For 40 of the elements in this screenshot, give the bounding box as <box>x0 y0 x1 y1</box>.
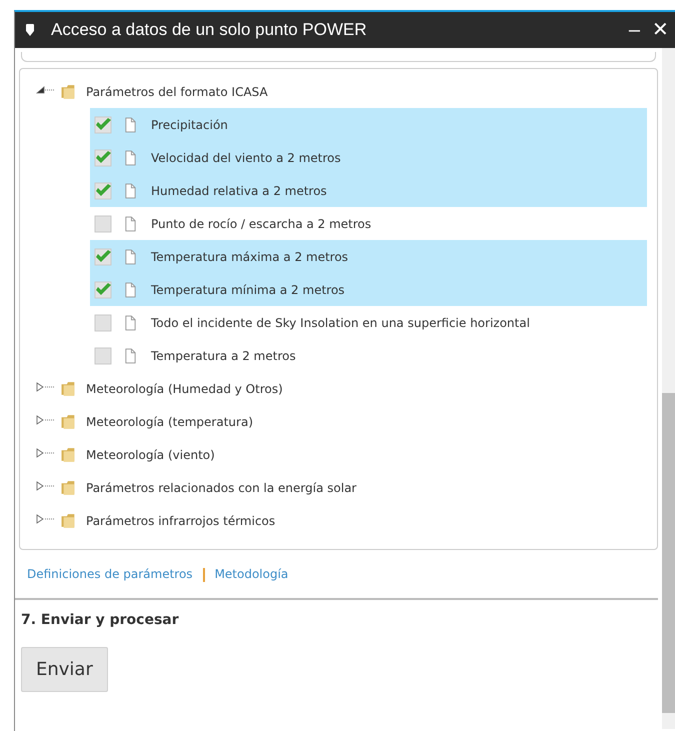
tree-item[interactable]: Parámetros del formato ICASA <box>86 82 268 100</box>
submit-button[interactable]: Enviar <box>21 647 108 692</box>
tree-item[interactable]: Parámetros relacionados con la energía solar <box>86 478 356 496</box>
checkbox[interactable] <box>94 314 112 332</box>
checkbox[interactable] <box>94 148 112 166</box>
link-separator <box>202 565 205 583</box>
tree-item[interactable]: Temperatura mínima a 2 metros <box>90 273 647 306</box>
minimize-button[interactable]: – <box>622 20 646 40</box>
document-icon <box>124 116 137 132</box>
document-icon <box>124 348 137 364</box>
checkbox[interactable] <box>94 214 112 232</box>
tree-item[interactable]: Parámetros infrarrojos térmicos <box>86 512 276 530</box>
tree-item[interactable]: Meteorología (viento) <box>86 446 215 464</box>
document-icon <box>124 282 137 298</box>
location-pin-icon <box>25 23 35 37</box>
tree-item[interactable]: Meteorología (temperatura) <box>86 412 253 430</box>
tree-item[interactable]: Temperatura máxima a 2 metros <box>90 240 647 273</box>
document-icon <box>124 182 137 198</box>
scrollbar[interactable] <box>662 48 675 729</box>
checkbox[interactable] <box>94 248 112 266</box>
link[interactable]: Metodología <box>214 565 288 583</box>
checkbox[interactable] <box>94 346 112 364</box>
checkbox[interactable] <box>94 182 112 200</box>
document-icon <box>124 216 137 232</box>
link[interactable]: Definiciones de parámetros <box>27 565 193 583</box>
document-icon <box>124 248 137 264</box>
document-icon <box>124 150 137 166</box>
tree-item[interactable]: Punto de rocío / escarcha a 2 metros <box>90 207 647 240</box>
window-title: Acceso a datos de un solo punto POWER <box>51 19 368 42</box>
document-icon <box>124 314 137 330</box>
section-heading: 7. Enviar y procesar <box>21 611 180 630</box>
checkbox[interactable] <box>94 116 112 134</box>
tree-item[interactable]: Meteorología (Humedad y Otros) <box>86 380 283 398</box>
tree-item[interactable]: Precipitación <box>90 108 647 141</box>
tree-item[interactable]: Humedad relativa a 2 metros <box>90 174 647 207</box>
tree-item[interactable]: Todo el incidente de Sky Insolation en una superficie horizontal <box>90 306 647 339</box>
checkbox[interactable] <box>94 280 112 298</box>
tree-item[interactable]: Temperatura a 2 metros <box>90 339 647 372</box>
tree-item[interactable]: Velocidad del viento a 2 metros <box>90 141 647 174</box>
close-button[interactable]: ✕ <box>646 20 675 40</box>
